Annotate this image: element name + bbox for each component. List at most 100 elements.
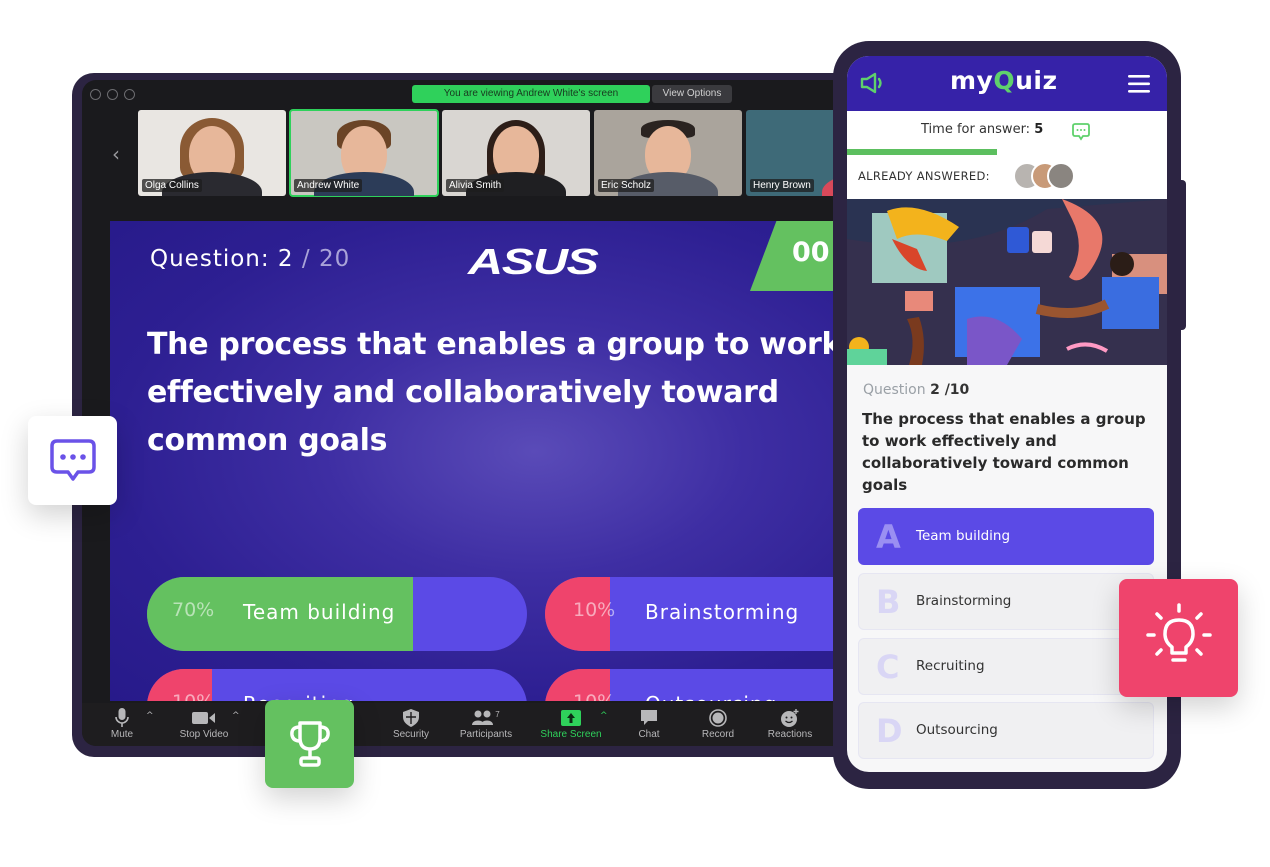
reactions-button[interactable]: Reactions [762, 707, 818, 740]
view-options-button[interactable]: View Options [652, 85, 732, 103]
window-minimize-button[interactable] [107, 89, 118, 100]
video-camera-icon [174, 707, 234, 729]
trophy-icon [289, 721, 330, 767]
app-header: myQuiz [847, 56, 1167, 111]
answer-label: Brainstorming [645, 600, 800, 624]
record-label: Record [701, 729, 735, 740]
option-text: Brainstorming [916, 593, 1012, 609]
logo-check-mark: Q [993, 66, 1016, 95]
smiley-plus-icon [762, 707, 818, 729]
security-label: Security [392, 729, 430, 740]
question-counter: Question: 2 / 20 [150, 246, 350, 272]
mute-options-caret[interactable]: ^ [146, 711, 154, 721]
mute-label: Mute [110, 729, 134, 740]
participant-tile[interactable]: Henry Brown [746, 110, 842, 196]
window-controls [90, 89, 135, 100]
answer-percent: 10% [573, 691, 615, 701]
option-c-recruiting[interactable]: C Recruiting [858, 638, 1154, 695]
chevron-left-icon[interactable]: ‹ [112, 142, 120, 166]
answer-bar-team-building: 70% Team building [147, 577, 527, 651]
mute-button[interactable]: Mute [104, 707, 140, 740]
window-close-button[interactable] [90, 89, 101, 100]
share-options-caret[interactable]: ^ [600, 711, 608, 721]
participant-tile[interactable]: Olga Collins [138, 110, 286, 196]
participant-tile[interactable]: Alivia Smith [442, 110, 590, 196]
question-number: 2 /10 [930, 382, 970, 398]
answer-label: Team building [243, 600, 396, 624]
participants-label: Participants [459, 729, 513, 740]
participant-name: Eric Scholz [598, 179, 655, 192]
chat-icon[interactable] [1071, 122, 1091, 142]
answer-bar-outsourcing: 10% Outsourcing [545, 669, 842, 701]
option-text: Outsourcing [916, 722, 998, 738]
option-text: Recruiting [916, 658, 985, 674]
teamwork-illustration [847, 199, 1167, 365]
option-d-outsourcing[interactable]: D Outsourcing [858, 702, 1154, 759]
participants-button[interactable]: 7 Participants [454, 707, 518, 741]
participant-name: Olga Collins [142, 179, 202, 192]
already-answered-row: ALREADY ANSWERED: [847, 155, 1167, 199]
hamburger-menu-icon[interactable] [1128, 75, 1150, 93]
share-screen-icon [536, 707, 606, 729]
security-button[interactable]: Security [388, 707, 434, 740]
record-button[interactable]: Record [698, 707, 738, 740]
chat-feature-card [28, 416, 117, 505]
avatar [1047, 162, 1075, 190]
timer-seconds: 5 [1034, 122, 1044, 137]
leaderboard-feature-card [265, 700, 354, 788]
option-letter: A [876, 518, 901, 556]
speaker-icon[interactable] [860, 72, 886, 94]
chat-bubble-icon [632, 707, 666, 729]
record-icon [698, 707, 738, 729]
meeting-toolbar: Mute ^ Stop Video ^ Security 7 Participa… [82, 703, 842, 746]
option-text: Team building [916, 528, 1011, 544]
answer-bar-recruiting: 10% Recruiting [147, 669, 527, 701]
timer-badge: 00 [750, 221, 842, 291]
answer-bar-brainstorming: 10% Brainstorming [545, 577, 842, 651]
shared-quiz-slide: Question: 2 / 20 ASUS 00 The process tha… [110, 221, 842, 701]
participant-name: Alivia Smith [446, 179, 505, 192]
zoom-meeting-window: You are viewing Andrew White's screen Vi… [82, 80, 842, 746]
share-screen-button[interactable]: Share Screen [536, 707, 606, 740]
lightbulb-icon [1145, 603, 1212, 662]
logo-text-uiz: uiz [1015, 66, 1058, 95]
option-letter: D [876, 712, 903, 750]
reactions-label: Reactions [767, 729, 813, 740]
answer-percent: 70% [172, 599, 215, 621]
chat-label: Chat [638, 729, 660, 740]
chat-dots-icon [49, 438, 96, 481]
question-word: Question [863, 382, 926, 398]
window-maximize-button[interactable] [124, 89, 135, 100]
timer-value: 00 [792, 237, 830, 268]
app-logo: myQuiz [950, 66, 1058, 95]
option-letter: C [876, 648, 900, 686]
participants-count: 7 [495, 709, 500, 719]
slide-question-text: The process that enables a group to work… [147, 327, 842, 458]
phone-question-counter: Question 2 /10 [863, 382, 969, 398]
video-options-caret[interactable]: ^ [232, 711, 240, 721]
ideas-feature-card [1119, 579, 1238, 697]
chat-button[interactable]: Chat [632, 707, 666, 740]
shield-icon [388, 707, 434, 729]
option-a-team-building[interactable]: A Team building [858, 508, 1154, 565]
answer-label: Outsourcing [645, 692, 777, 701]
question-number: Question: 2 [150, 246, 294, 272]
stop-video-button[interactable]: Stop Video [174, 707, 234, 740]
answer-timer: Time for answer: 5 [921, 122, 1043, 137]
share-screen-label: Share Screen [540, 729, 602, 740]
microphone-icon [104, 707, 140, 729]
option-b-brainstorming[interactable]: B Brainstorming [858, 573, 1154, 630]
participant-name: Henry Brown [750, 179, 814, 192]
phone-question-text: The process that enables a group to work… [862, 410, 1146, 494]
participant-name: Andrew White [294, 179, 363, 192]
answer-percent: 10% [172, 691, 214, 701]
participant-tile-active[interactable]: Andrew White [289, 109, 439, 197]
question-illustration [847, 199, 1167, 365]
answer-percent: 10% [573, 599, 616, 621]
participant-tile[interactable]: Eric Scholz [594, 110, 742, 196]
timer-label: Time for answer: [921, 122, 1031, 137]
option-letter: B [876, 583, 901, 621]
viewing-screen-banner: You are viewing Andrew White's screen [412, 85, 650, 103]
question-total: / 20 [301, 246, 351, 272]
logo-text-my: my [950, 66, 994, 95]
